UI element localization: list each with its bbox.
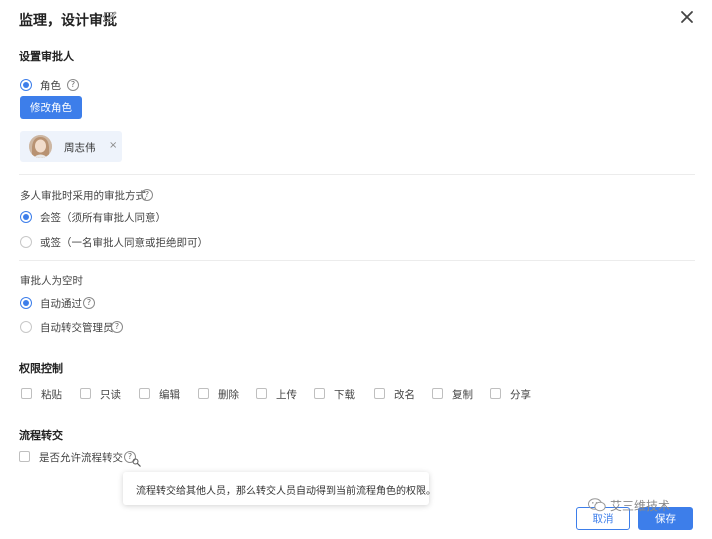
- empty-approver-title: 审批人为空时: [20, 275, 83, 287]
- role-help-icon[interactable]: ?: [67, 79, 79, 91]
- countersign-radio[interactable]: [20, 211, 32, 223]
- role-radio[interactable]: [20, 79, 32, 91]
- transfer-tooltip: 流程转交给其他人员，那么转交人员自动得到当前流程角色的权限。: [123, 472, 436, 505]
- edit-icon[interactable]: [103, 10, 117, 24]
- countersign-label: 会签（须所有审批人同意）: [40, 212, 166, 224]
- or-sign-label: 或签（一名审批人同意或拒绝即可）: [40, 237, 208, 249]
- perm-paste-label: 粘贴: [41, 389, 62, 401]
- allow-transfer-label: 是否允许流程转交: [39, 452, 123, 464]
- divider: [19, 174, 695, 175]
- or-sign-radio[interactable]: [20, 236, 32, 248]
- wechat-icon: [588, 498, 606, 512]
- divider: [19, 260, 695, 261]
- perm-edit-label: 编辑: [159, 389, 180, 401]
- close-icon[interactable]: [680, 10, 694, 24]
- magnifier-cursor-icon: [132, 458, 141, 467]
- perm-rename-label: 改名: [394, 389, 415, 401]
- perm-copy-checkbox[interactable]: [432, 388, 443, 399]
- perm-upload-checkbox[interactable]: [256, 388, 267, 399]
- perm-delete-label: 删除: [218, 389, 239, 401]
- multi-approve-title: 多人审批时采用的审批方式: [20, 190, 146, 202]
- transfer-tooltip-text: 流程转交给其他人员，那么转交人员自动得到当前流程角色的权限。: [136, 486, 436, 497]
- perm-download-checkbox[interactable]: [314, 388, 325, 399]
- perm-readonly-label: 只读: [100, 389, 121, 401]
- auto-pass-radio[interactable]: [20, 297, 32, 309]
- multi-approve-help-icon[interactable]: ?: [141, 189, 153, 201]
- user-tag: 周志伟 ×: [20, 131, 122, 162]
- allow-transfer-checkbox[interactable]: [19, 451, 30, 462]
- user-tag-remove-icon[interactable]: ×: [109, 140, 117, 151]
- perm-delete-checkbox[interactable]: [198, 388, 209, 399]
- perm-download-label: 下载: [334, 389, 355, 401]
- perm-copy-label: 复制: [452, 389, 473, 401]
- perm-edit-checkbox[interactable]: [139, 388, 150, 399]
- perm-rename-checkbox[interactable]: [374, 388, 385, 399]
- role-radio-label: 角色: [40, 80, 61, 92]
- perm-paste-checkbox[interactable]: [21, 388, 32, 399]
- auto-transfer-radio[interactable]: [20, 321, 32, 333]
- approver-section-title: 设置审批人: [19, 50, 74, 63]
- watermark-text: 艾三维技术: [610, 499, 671, 513]
- dialog-header: 监理，设计审批: [0, 0, 712, 36]
- auto-pass-label: 自动通过: [40, 298, 82, 310]
- perm-upload-label: 上传: [276, 389, 297, 401]
- permissions-section-title: 权限控制: [19, 362, 63, 375]
- auto-pass-help-icon[interactable]: ?: [83, 297, 95, 309]
- perm-share-label: 分享: [510, 389, 531, 401]
- avatar: [29, 135, 52, 158]
- transfer-section-title: 流程转交: [19, 429, 63, 442]
- user-tag-name: 周志伟: [64, 142, 96, 154]
- auto-transfer-label: 自动转交管理员: [40, 322, 114, 334]
- perm-readonly-checkbox[interactable]: [80, 388, 91, 399]
- modify-role-button[interactable]: 修改角色: [20, 96, 82, 119]
- auto-transfer-help-icon[interactable]: ?: [111, 321, 123, 333]
- perm-share-checkbox[interactable]: [490, 388, 501, 399]
